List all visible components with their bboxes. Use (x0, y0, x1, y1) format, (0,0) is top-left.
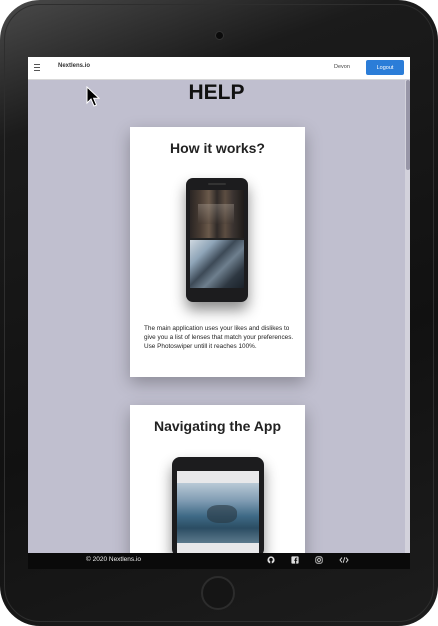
home-button[interactable] (201, 576, 235, 610)
phone-mockup-image (172, 457, 264, 557)
landscape-photo (177, 483, 259, 543)
phone-screen (190, 190, 244, 288)
card-title: Navigating the App (153, 418, 282, 434)
footer: © 2020 Nextlens.io (28, 553, 410, 569)
front-camera (215, 31, 224, 40)
help-card-navigating: Navigating the App (130, 405, 305, 569)
phone-mockup-image (186, 178, 248, 302)
scrollbar-thumb[interactable] (406, 80, 410, 170)
code-icon[interactable] (338, 556, 350, 565)
card-title: How it works? (170, 140, 265, 156)
top-navbar: Nextlens.io Devon Logout (28, 57, 410, 80)
tablet-frame: Nextlens.io Devon Logout HELP How it wor… (0, 0, 438, 626)
copyright-icon: © (86, 556, 91, 563)
logout-button[interactable]: Logout (366, 60, 404, 75)
help-card-how-it-works: How it works? The main application uses … (130, 127, 305, 377)
card-description: The main application uses your likes and… (144, 325, 294, 350)
instagram-icon[interactable] (314, 556, 323, 565)
username-label: Devon (334, 64, 350, 70)
app-screen: Nextlens.io Devon Logout HELP How it wor… (28, 57, 410, 569)
mouse-cursor-icon (86, 86, 100, 107)
hamburger-menu-icon[interactable] (34, 64, 40, 71)
copyright-text: © 2020 Nextlens.io (86, 556, 142, 563)
phone-speaker (208, 183, 226, 185)
lens-photo-bottom (190, 240, 244, 288)
facebook-icon[interactable] (290, 556, 299, 565)
brand-logo[interactable]: Nextlens.io (58, 63, 90, 69)
page-title: HELP (188, 81, 245, 104)
github-icon[interactable] (266, 556, 275, 565)
phone-screen (177, 471, 259, 557)
lens-photo-top (190, 190, 244, 238)
